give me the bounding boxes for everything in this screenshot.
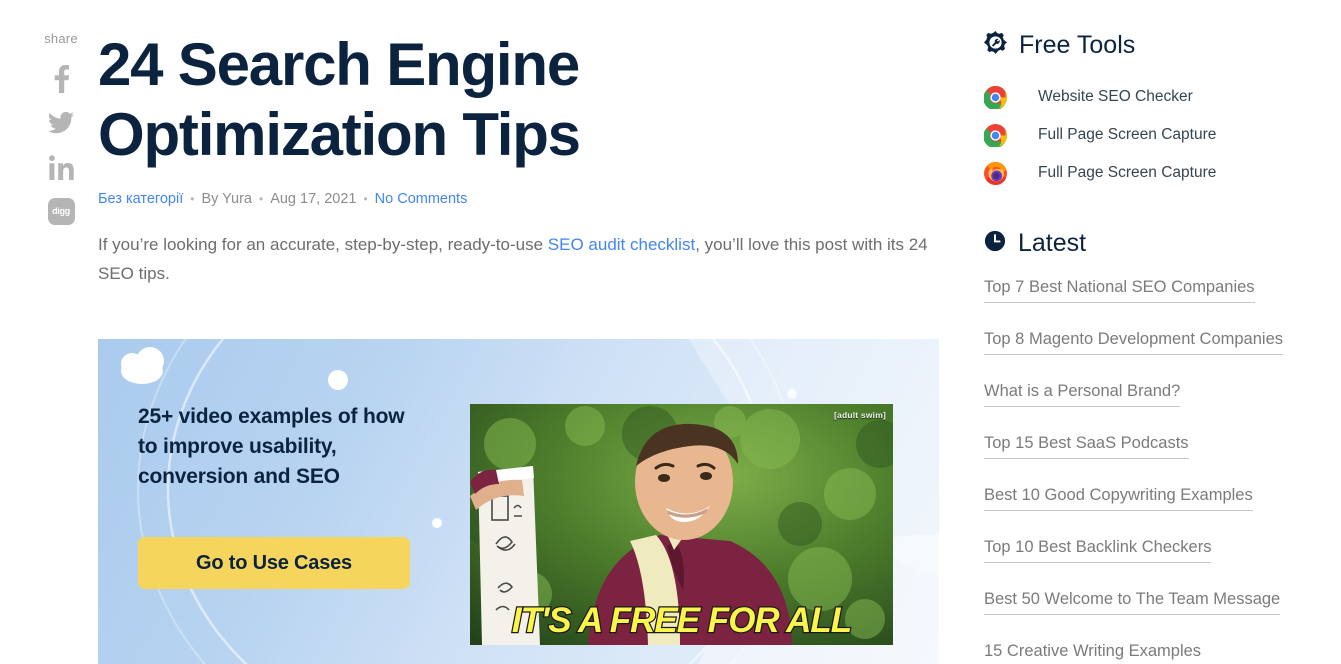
free-tool-item[interactable]: Full Page Screen Capture (984, 154, 1324, 192)
latest-post-link[interactable]: 15 Creative Writing Examples (984, 640, 1201, 664)
share-button-twitter[interactable] (41, 103, 81, 143)
meta-comments-link[interactable]: No Comments (375, 190, 468, 208)
free-tools-title: Free Tools (1019, 31, 1136, 59)
digg-icon: digg (47, 197, 75, 225)
facebook-icon (54, 65, 69, 93)
page-title: 24 Search Engine Optimization Tips (98, 31, 581, 168)
share-label: share (44, 31, 78, 46)
latest-post-link[interactable]: Top 8 Magento Development Companies (984, 328, 1284, 355)
share-button-digg[interactable]: digg (41, 191, 81, 231)
intro-text-before: If you’re looking for an accurate, step-… (98, 235, 548, 254)
meme-image: [adult swim] IT'S A FREE FOR ALL (470, 404, 893, 645)
linkedin-icon (48, 154, 74, 180)
post-intro: If you’re looking for an accurate, step-… (98, 230, 938, 288)
widget-free-tools: Free Tools Website SEO Checker Full Page… (984, 30, 1324, 192)
free-tool-label: Website SEO Checker (1038, 88, 1193, 105)
post-meta: Без категорії • By Yura • Aug 17, 2021 •… (98, 190, 940, 208)
twitter-icon (48, 112, 74, 134)
latest-post-link[interactable]: Best 50 Welcome to The Team Message (984, 588, 1281, 615)
banner-headline: 25+ video examples of how to improve usa… (138, 405, 405, 488)
free-tool-label: Full Page Screen Capture (1038, 164, 1217, 181)
free-tool-label: Full Page Screen Capture (1038, 126, 1217, 143)
meta-author: By Yura (201, 191, 252, 207)
meme-watermark: [adult swim] (834, 410, 886, 420)
chrome-icon (984, 85, 1014, 109)
meta-separator: • (258, 192, 264, 206)
free-tool-item[interactable]: Website SEO Checker (984, 78, 1324, 116)
clock-icon (984, 230, 1006, 257)
latest-title: Latest (1018, 229, 1087, 257)
go-to-use-cases-button[interactable]: Go to Use Cases (138, 537, 410, 589)
widget-latest: Latest Top 7 Best National SEO Companies… (984, 228, 1324, 664)
latest-header: Latest (984, 228, 1324, 258)
meta-category-link[interactable]: Без категорії (98, 190, 183, 208)
meta-date: Aug 17, 2021 (270, 191, 357, 207)
meta-separator: • (190, 192, 195, 206)
article-main: 24 Search Engine Optimization Tips Без к… (98, 30, 940, 288)
latest-post-link[interactable]: What is a Personal Brand? (984, 380, 1181, 407)
sidebar: Free Tools Website SEO Checker Full Page… (984, 30, 1324, 664)
meta-separator: • (363, 192, 368, 206)
article-page: share digg 24 Search Engine Optimization… (0, 0, 1341, 664)
latest-post-link[interactable]: Top 15 Best SaaS Podcasts (984, 432, 1189, 459)
chrome-icon (984, 123, 1014, 147)
seo-audit-checklist-link[interactable]: SEO audit checklist (548, 235, 695, 254)
share-button-linkedin[interactable] (41, 147, 81, 187)
free-tool-item[interactable]: Full Page Screen Capture (984, 116, 1324, 154)
latest-post-link[interactable]: Top 10 Best Backlink Checkers (984, 536, 1212, 563)
latest-post-link[interactable]: Top 7 Best National SEO Companies (984, 276, 1255, 303)
free-tools-header: Free Tools (984, 30, 1324, 60)
meme-caption: IT'S A FREE FOR ALL (511, 600, 854, 642)
latest-post-link[interactable]: Best 10 Good Copywriting Examples (984, 484, 1253, 511)
promo-banner[interactable]: 25+ video examples of how to improve usa… (98, 339, 939, 664)
share-rail: share digg (35, 32, 87, 235)
share-button-facebook[interactable] (41, 59, 81, 99)
firefox-icon (984, 161, 1014, 185)
gear-icon (984, 31, 1007, 59)
